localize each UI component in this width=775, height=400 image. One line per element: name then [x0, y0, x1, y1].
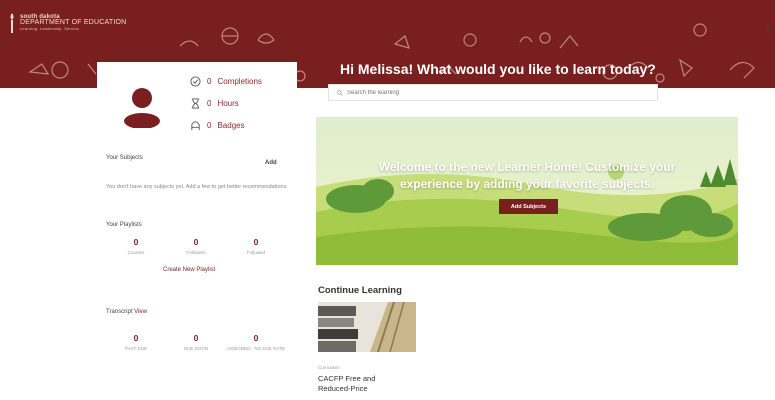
stat-badges-label: Badges — [217, 120, 245, 130]
transcript-count-assigned[interactable]: 0 ASSIGNED - NO DUE DATE — [226, 333, 286, 351]
profile-stats: 0 Completions 0 Hours 0 Badges — [190, 70, 262, 136]
welcome-hero: Welcome to the new Learner Home! Customi… — [316, 117, 738, 265]
torch-logo-icon — [10, 13, 14, 33]
transcript-counts: 0 PAST DUE 0 DUE SOON 0 ASSIGNED - NO DU… — [106, 333, 286, 351]
stat-badges[interactable]: 0 Badges — [190, 114, 262, 136]
stat-completions-value: 0 — [207, 76, 212, 86]
playlist-count-followers[interactable]: 0 Followers — [166, 237, 226, 255]
search-bar[interactable] — [328, 84, 658, 101]
course-card[interactable]: Curriculum CACFP Free and Reduced-Price — [318, 301, 416, 394]
subjects-title: Your Subjects — [106, 155, 143, 161]
check-circle-icon — [190, 75, 201, 87]
logo-line-3: Learning. Leadership. Service. — [20, 26, 81, 31]
course-thumbnail — [318, 301, 416, 353]
course-name: CACFP Free and Reduced-Price — [318, 374, 376, 393]
stat-completions-label: Completions — [217, 76, 262, 86]
create-playlist-link[interactable]: Create New Playlist — [163, 267, 215, 273]
sd-doe-logo[interactable]: south dakota DEPARTMENT OF EDUCATION Lea… — [8, 12, 126, 34]
stat-hours[interactable]: 0 Hours — [190, 92, 262, 114]
stat-badges-value: 0 — [207, 120, 212, 130]
badge-icon — [191, 120, 200, 130]
user-avatar-icon — [124, 88, 160, 128]
playlist-counts: 0 Courses 0 Followers 0 Followed — [106, 237, 286, 255]
edge-fragment: ( — [767, 24, 770, 34]
playlists-title: Your Playlists — [106, 222, 142, 228]
transcript-heading: Transcript View — [106, 309, 147, 315]
stat-hours-label: Hours — [217, 98, 239, 108]
transcript-view-link[interactable]: View — [134, 309, 147, 315]
hero-heading-line-2: experience by adding your favorite subje… — [399, 177, 655, 191]
search-icon — [337, 89, 343, 96]
course-type: Curriculum — [318, 365, 340, 370]
hero-heading-line-1: Welcome to the new Learner Home! Customi… — [378, 160, 676, 174]
subjects-empty-text: You don't have any subjects yet. Add a f… — [106, 184, 288, 190]
hero-heading: Welcome to the new Learner Home! Customi… — [316, 159, 738, 193]
stat-completions[interactable]: 0 Completions — [190, 70, 262, 92]
playlist-count-followed[interactable]: 0 Followed — [226, 237, 286, 255]
transcript-count-due-soon[interactable]: 0 DUE SOON — [166, 333, 226, 351]
greeting-title: Hi Melissa! What would you like to learn… — [340, 61, 656, 77]
search-input[interactable] — [347, 89, 647, 96]
continue-learning-title: Continue Learning — [318, 285, 402, 296]
stat-hours-value: 0 — [207, 98, 212, 108]
add-subject-link[interactable]: Add — [265, 160, 277, 166]
transcript-title: Transcript — [106, 309, 133, 315]
hourglass-icon — [191, 97, 200, 109]
add-subjects-button[interactable]: Add Subjects — [499, 199, 558, 214]
transcript-count-past-due[interactable]: 0 PAST DUE — [106, 333, 166, 351]
playlist-count-courses[interactable]: 0 Courses — [106, 237, 166, 255]
